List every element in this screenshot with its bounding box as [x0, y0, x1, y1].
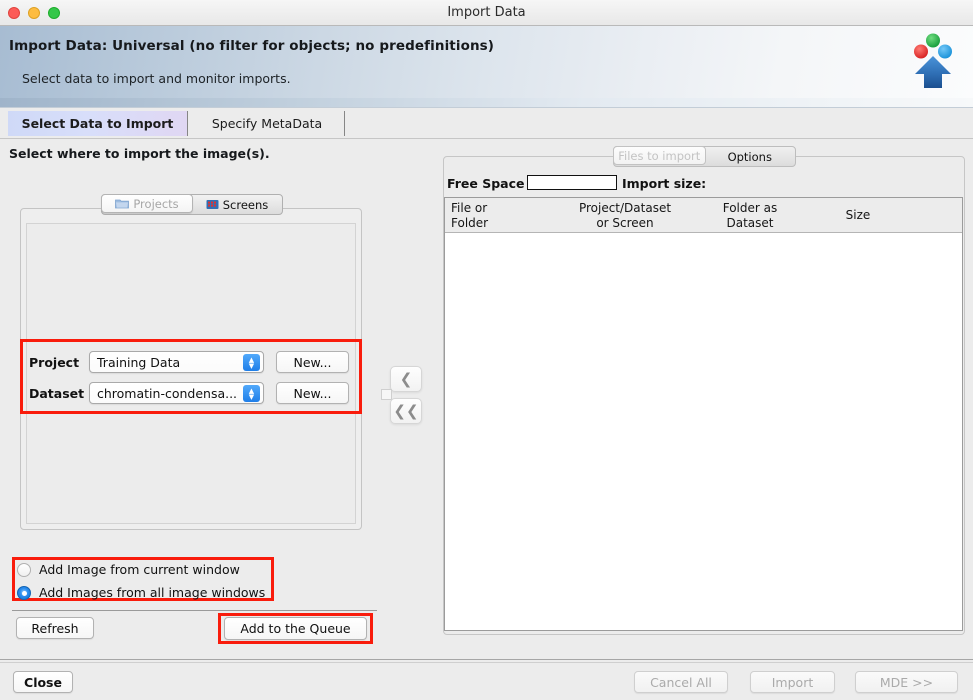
column-header-project-dataset[interactable]: Project/Dataset or Screen	[565, 201, 685, 231]
column-header-line2: or Screen	[596, 216, 654, 230]
banner: Import Data: Universal (no filter for ob…	[0, 26, 973, 108]
column-header-size[interactable]: Size	[813, 208, 903, 223]
dataset-select[interactable]: chromatin-condensa... ▲ ▼	[89, 382, 264, 404]
footer-divider-top	[0, 659, 973, 660]
dataset-select-value: chromatin-condensa...	[97, 385, 238, 401]
cancel-all-button[interactable]: Cancel All	[634, 671, 728, 693]
dataset-row: Dataset chromatin-condensa... ▲ ▼ New...	[29, 382, 359, 404]
column-header-line2: Folder	[451, 216, 489, 230]
folder-icon	[115, 199, 130, 209]
free-space-label: Free Space	[447, 176, 525, 191]
radio-current-window-label: Add Image from current window	[39, 562, 240, 577]
radio-button-selected-icon[interactable]	[17, 585, 31, 600]
close-button[interactable]: Close	[13, 671, 73, 693]
segment-screens-label: Screens	[222, 197, 269, 212]
project-select[interactable]: Training Data ▲ ▼	[89, 351, 264, 373]
select-destination-hint: Select where to import the image(s).	[9, 146, 270, 161]
import-button[interactable]: Import	[750, 671, 835, 693]
chevron-updown-icon: ▲ ▼	[243, 385, 260, 402]
files-options-segmented-control: Files to import Options	[613, 146, 796, 167]
import-size-label: Import size:	[622, 176, 707, 191]
segment-files-to-import[interactable]: Files to import	[613, 146, 706, 165]
mde-button[interactable]: MDE >>	[855, 671, 958, 693]
projects-screens-segmented-control: Projects Screens	[101, 194, 283, 215]
radio-all-windows-label: Add Images from all image windows	[39, 585, 266, 600]
left-divider	[12, 610, 377, 611]
add-to-queue-button[interactable]: Add to the Queue	[224, 617, 367, 640]
radio-button-icon[interactable]	[17, 562, 31, 577]
column-header-line2: Dataset	[726, 216, 774, 230]
footer-bar: Close Cancel All Import MDE >>	[0, 663, 973, 700]
dataset-label: Dataset	[29, 385, 85, 401]
segment-projects[interactable]: Projects	[101, 194, 193, 213]
move-all-left-button[interactable]: ❮❮	[390, 398, 422, 424]
column-header-folder-as-dataset[interactable]: Folder as Dataset	[695, 201, 805, 231]
column-header-line1: Project/Dataset	[578, 201, 672, 215]
new-project-button[interactable]: New...	[276, 351, 349, 373]
column-header-file-or-folder[interactable]: File or Folder	[451, 201, 561, 231]
screen-icon	[206, 200, 219, 209]
move-selected-left-button[interactable]: ❮	[390, 366, 422, 392]
tab-specify-metadata[interactable]: Specify MetaData	[190, 111, 345, 136]
window-title-bar: Import Data	[0, 0, 973, 26]
tab-select-data-to-import[interactable]: Select Data to Import	[8, 111, 188, 136]
banner-title: Import Data: Universal (no filter for ob…	[9, 38, 495, 54]
window-title: Import Data	[447, 5, 526, 20]
radio-all-windows[interactable]: Add Images from all image windows	[17, 585, 265, 600]
import-data-window: Import Data Import Data: Universal (no f…	[0, 0, 973, 700]
main-tab-strip: Select Data to Import Specify MetaData	[0, 109, 973, 139]
banner-subtitle: Select data to import and monitor import…	[22, 71, 291, 86]
column-header-line1: File or	[451, 201, 488, 215]
refresh-button[interactable]: Refresh	[16, 617, 94, 639]
free-space-bar	[527, 175, 617, 190]
project-label: Project	[29, 354, 80, 370]
column-header-line1: Size	[845, 208, 871, 222]
column-header-line1: Folder as	[722, 201, 778, 215]
files-to-import-table[interactable]: File or Folder Project/Dataset or Screen…	[444, 197, 963, 631]
project-row: Project Training Data ▲ ▼ New...	[29, 351, 359, 373]
table-header-row: File or Folder Project/Dataset or Screen…	[445, 198, 962, 233]
segment-screens[interactable]: Screens	[192, 195, 282, 214]
radio-current-window[interactable]: Add Image from current window	[17, 562, 240, 577]
splitter-handle[interactable]	[381, 389, 392, 400]
project-select-value: Training Data	[97, 354, 181, 370]
omero-logo-icon	[914, 33, 952, 88]
chevron-updown-icon: ▲ ▼	[243, 354, 260, 371]
segment-options[interactable]: Options	[705, 147, 796, 166]
new-dataset-button[interactable]: New...	[276, 382, 349, 404]
segment-projects-label: Projects	[133, 196, 179, 211]
